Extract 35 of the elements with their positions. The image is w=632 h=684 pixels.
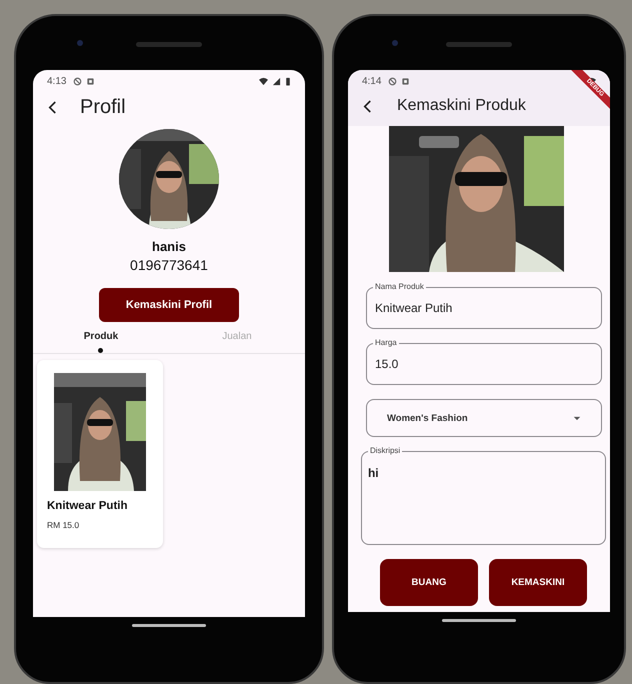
phone-number: 0196773641 xyxy=(130,257,208,273)
blocked-icon xyxy=(388,76,398,86)
field-value: 15.0 xyxy=(374,357,398,371)
screen-title: Profil xyxy=(80,96,126,119)
wifi-icon xyxy=(258,76,268,86)
camera-icon xyxy=(392,40,398,46)
action-button[interactable]: BUANG xyxy=(380,559,478,606)
field-label: Nama Produk xyxy=(372,282,426,292)
tab-indicator xyxy=(98,348,104,353)
tab[interactable]: Produk xyxy=(84,331,118,342)
battery-icon xyxy=(284,76,291,86)
square-icon xyxy=(401,76,410,86)
field-value: hi xyxy=(368,466,379,480)
caret-icon xyxy=(573,416,581,420)
screen-title: Kemaskini Produk xyxy=(396,97,526,115)
signal-icon xyxy=(272,76,281,86)
speaker-grille xyxy=(446,42,512,46)
back-icon[interactable] xyxy=(362,98,373,114)
product-name: Knitwear Putih xyxy=(47,500,128,512)
square-icon xyxy=(86,76,96,86)
category-dropdown[interactable]: Women's Fashion xyxy=(366,399,602,437)
status-time: 4:13 xyxy=(47,76,66,86)
back-icon[interactable] xyxy=(47,100,58,115)
product-card[interactable]: Knitwear Putih RM 15.0 xyxy=(37,360,163,548)
blocked-icon xyxy=(73,76,82,86)
status-time: 4:14 xyxy=(362,76,382,86)
field-value: Knitwear Putih xyxy=(374,301,452,315)
user-name: hanis xyxy=(152,239,186,254)
action-button[interactable]: KEMASKINI xyxy=(488,559,587,606)
speaker-grille xyxy=(136,42,202,46)
field-label: Diskripsi xyxy=(368,446,402,456)
camera-icon xyxy=(77,40,83,46)
field-label: Harga xyxy=(372,338,399,348)
edit-profile-button[interactable]: Kemaskini Profil xyxy=(98,288,239,322)
product-price: RM 15.0 xyxy=(47,520,80,530)
